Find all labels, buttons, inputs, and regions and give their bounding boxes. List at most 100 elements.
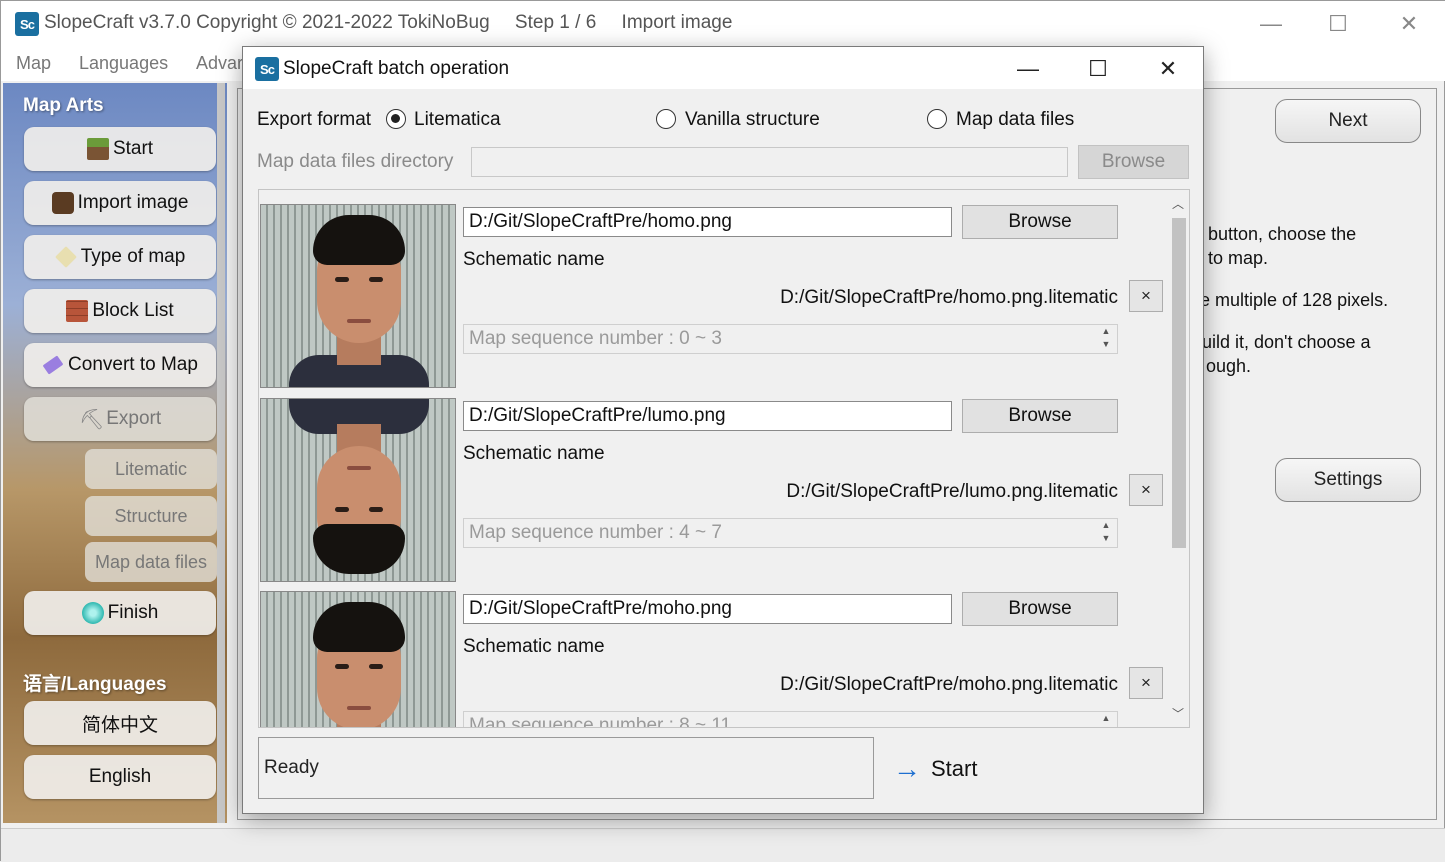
dialog-close-button[interactable]: ✕ <box>1145 53 1191 85</box>
menu-languages[interactable]: Languages <box>79 53 168 74</box>
instruction-text-line2: to map. <box>1208 248 1269 268</box>
spin-up-icon[interactable]: ▲ <box>1099 326 1113 336</box>
output-path: D:/Git/SlopeCraftPre/moho.png.litematic <box>780 674 1118 695</box>
sidebar-item-litematic[interactable]: Litematic <box>85 449 217 489</box>
scroll-down-icon[interactable]: ﹀ <box>1169 704 1187 722</box>
spin-down-icon[interactable]: ▼ <box>1099 339 1113 349</box>
sidebar-item-convert-to-map[interactable]: Convert to Map <box>24 343 216 387</box>
start-button[interactable]: → Start <box>893 753 977 785</box>
image-browse-button[interactable]: Browse <box>962 399 1118 433</box>
brick-icon <box>66 300 89 322</box>
app-title: SlopeCraft v3.7.0 Copyright © 2021-2022 … <box>44 12 490 33</box>
schematic-name-label: Schematic name <box>463 249 605 270</box>
instruction-text-line3: e multiple of 128 pixels. <box>1200 290 1389 310</box>
dialog-app-icon <box>255 57 279 81</box>
image-path-input[interactable]: D:/Git/SlopeCraftPre/homo.png <box>463 207 952 237</box>
sidebar-item-block-list[interactable]: Block List <box>24 289 216 333</box>
image-browse-button[interactable]: Browse <box>962 592 1118 626</box>
sidebar-item-import-image[interactable]: Import image <box>24 181 216 225</box>
crystal-icon <box>42 355 64 375</box>
sidebar-item-label: Block List <box>92 300 174 321</box>
dialog-maximize-button[interactable]: ☐ <box>1075 53 1121 85</box>
sidebar-item-structure[interactable]: Structure <box>85 496 217 536</box>
task-image-preview <box>260 398 456 582</box>
portrait-image-flipped <box>289 399 429 574</box>
task-image-preview <box>260 591 456 727</box>
radio-vanilla-structure[interactable] <box>656 109 676 129</box>
map-dir-browse-button[interactable]: Browse <box>1078 145 1189 179</box>
dialog-minimize-button[interactable]: — <box>1005 53 1051 85</box>
app-icon <box>15 12 39 36</box>
scroll-up-icon[interactable]: ︿ <box>1169 194 1187 212</box>
instruction-text-line4: uild it, don't choose a <box>1202 332 1371 352</box>
spin-down-icon[interactable]: ▼ <box>1099 726 1113 727</box>
sidebar-item-finish[interactable]: Finish <box>24 591 216 635</box>
map-sequence-text: Map sequence number : 8 ~ 11 <box>469 715 732 728</box>
sidebar-item-label: Finish <box>107 602 159 623</box>
main-window-title: SlopeCraft v3.7.0 Copyright © 2021-2022 … <box>44 12 752 34</box>
main-status-bar <box>1 828 1445 862</box>
scroll-thumb[interactable] <box>1172 218 1186 548</box>
sidebar-item-label: Export <box>106 408 162 429</box>
sidebar-heading-map-arts: Map Arts <box>23 95 104 116</box>
map-dir-input[interactable] <box>471 147 1068 177</box>
sidebar-item-map-data-files[interactable]: Map data files <box>85 542 217 582</box>
schematic-name-label: Schematic name <box>463 443 605 464</box>
main-titlebar: SlopeCraft v3.7.0 Copyright © 2021-2022 … <box>1 1 1445 47</box>
next-button[interactable]: Next <box>1275 99 1421 143</box>
arrow-right-icon: → <box>893 753 921 784</box>
sidebar-scrollbar[interactable] <box>217 83 225 823</box>
step-indicator: Step 1 / 6 <box>514 12 597 33</box>
radio-vanilla-structure-label[interactable]: Vanilla structure <box>685 109 820 131</box>
sidebar-item-export[interactable]: ⛏ Export <box>24 397 216 441</box>
radio-litematica-label[interactable]: Litematica <box>414 109 501 131</box>
sidebar-item-label: Start <box>112 138 154 159</box>
spin-up-icon[interactable]: ▲ <box>1099 520 1113 530</box>
task-item: D:/Git/SlopeCraftPre/moho.png Browse Sch… <box>259 591 1165 728</box>
book-icon <box>51 192 74 214</box>
image-browse-button[interactable]: Browse <box>962 205 1118 239</box>
task-item: D:/Git/SlopeCraftPre/lumo.png Browse Sch… <box>259 398 1165 588</box>
task-list: D:/Git/SlopeCraftPre/homo.png Browse Sch… <box>258 189 1190 728</box>
map-sequence-spinbox[interactable]: Map sequence number : 4 ~ 7 ▲ ▼ <box>463 518 1118 548</box>
main-maximize-button[interactable]: ☐ <box>1318 9 1358 39</box>
image-path-input[interactable]: D:/Git/SlopeCraftPre/lumo.png <box>463 401 952 431</box>
output-path: D:/Git/SlopeCraftPre/homo.png.litematic <box>780 287 1118 308</box>
map-sequence-spinbox[interactable]: Map sequence number : 8 ~ 11 ▲ ▼ <box>463 711 1118 728</box>
sidebar-item-start[interactable]: Start <box>24 127 216 171</box>
language-chinese-button[interactable]: 简体中文 <box>24 701 216 745</box>
radio-map-data-files[interactable] <box>927 109 947 129</box>
task-list-scrollbar[interactable]: ︿ ﹀ <box>1167 190 1189 727</box>
menu-advanced[interactable]: Advar <box>196 53 243 74</box>
map-sequence-spinbox[interactable]: Map sequence number : 0 ~ 3 ▲ ▼ <box>463 324 1118 354</box>
spin-up-icon[interactable]: ▲ <box>1099 713 1113 723</box>
sidebar-item-label: Convert to Map <box>68 354 198 375</box>
dialog-title: SlopeCraft batch operation <box>283 58 510 79</box>
diamond-icon <box>81 602 104 624</box>
settings-button[interactable]: Settings <box>1275 458 1421 502</box>
sidebar-item-label: Import image <box>77 192 189 213</box>
portrait-image <box>299 602 419 727</box>
main-minimize-button[interactable]: — <box>1251 9 1291 39</box>
start-button-label: Start <box>931 756 978 781</box>
main-close-button[interactable]: ✕ <box>1389 9 1429 39</box>
map-sequence-text: Map sequence number : 0 ~ 3 <box>469 328 722 349</box>
task-image-preview <box>260 204 456 388</box>
menu-map[interactable]: Map <box>16 53 51 74</box>
remove-task-button[interactable]: × <box>1129 474 1163 506</box>
output-path: D:/Git/SlopeCraftPre/lumo.png.litematic <box>786 481 1118 502</box>
radio-map-data-files-label[interactable]: Map data files <box>956 109 1074 131</box>
remove-task-button[interactable]: × <box>1129 280 1163 312</box>
remove-task-button[interactable]: × <box>1129 667 1163 699</box>
current-page-title: Import image <box>621 12 733 33</box>
spin-down-icon[interactable]: ▼ <box>1099 533 1113 543</box>
dialog-titlebar: SlopeCraft batch operation — ☐ ✕ <box>243 47 1203 89</box>
sidebar-item-type-of-map[interactable]: Type of map <box>24 235 216 279</box>
radio-litematica[interactable] <box>386 109 406 129</box>
batch-operation-dialog: SlopeCraft batch operation — ☐ ✕ Export … <box>242 46 1204 814</box>
image-path-input[interactable]: D:/Git/SlopeCraftPre/moho.png <box>463 594 952 624</box>
map-sequence-text: Map sequence number : 4 ~ 7 <box>469 522 722 543</box>
language-english-button[interactable]: English <box>24 755 216 799</box>
map-icon <box>54 246 77 268</box>
schematic-name-label: Schematic name <box>463 636 605 657</box>
